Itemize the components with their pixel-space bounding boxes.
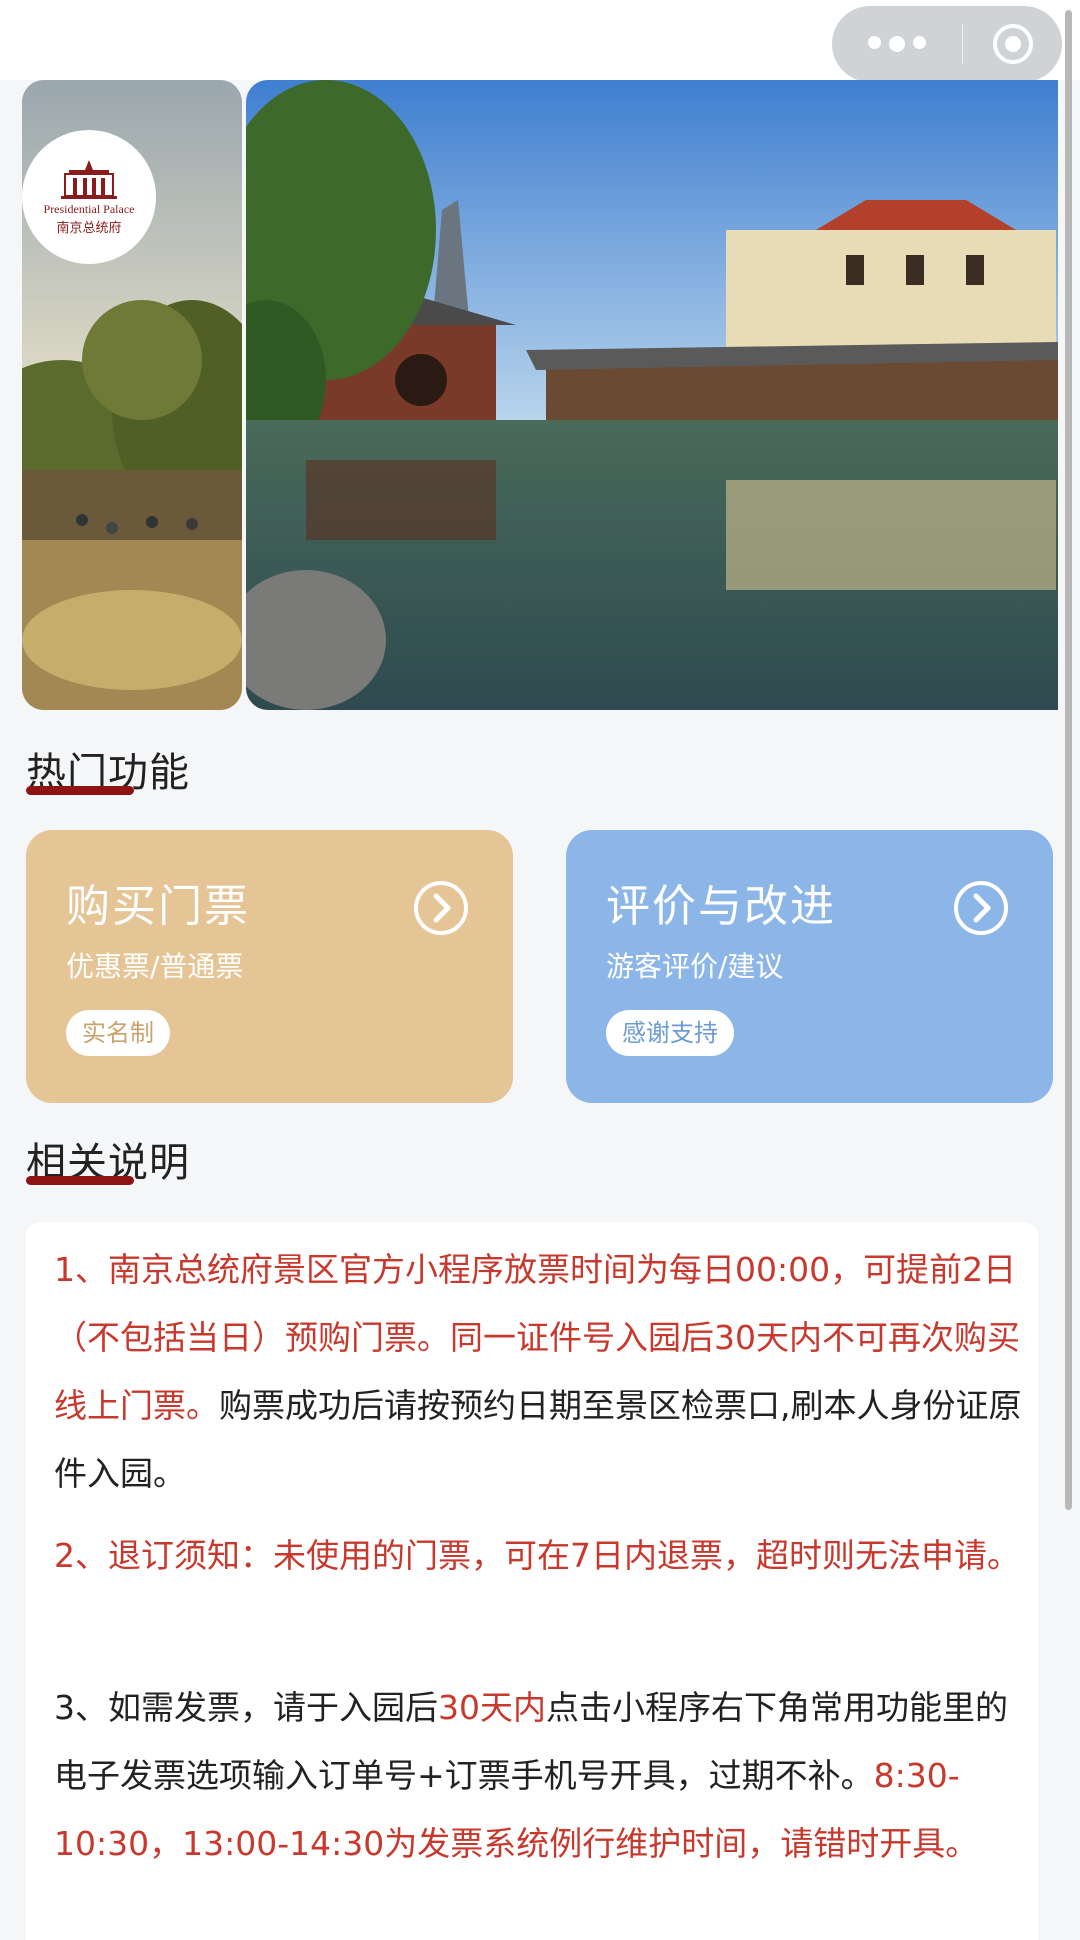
banner-photo-garden [246, 80, 1058, 710]
more-dots-icon[interactable] [832, 36, 962, 52]
presidential-palace-logo: Presidential Palace 南京总统府 [22, 130, 156, 264]
review-card[interactable]: 评价与改进 游客评价/建议 感谢支持 [566, 830, 1053, 1103]
banner-photo-gate: Presidential Palace 南京总统府 [22, 80, 242, 710]
note-paragraph-2: 2、退订须知：未使用的门票，可在7日内退票，超时则无法申请。 [54, 1522, 1024, 1590]
note-paragraph-3: 3、如需发票，请于入园后30天内点击小程序右下角常用功能里的电子发票选项输入订单… [54, 1674, 1024, 1878]
logo-english: Presidential Palace [43, 202, 135, 216]
thanks-badge: 感谢支持 [606, 1010, 734, 1056]
buy-ticket-title: 购买门票 [66, 881, 250, 932]
chevron-right-circle-icon[interactable] [953, 880, 1009, 936]
section-underline-hot [26, 786, 134, 795]
real-name-badge: 实名制 [66, 1010, 170, 1056]
buy-ticket-subtitle: 优惠票/普通票 [66, 950, 244, 983]
note-paragraph-1: 1、南京总统府景区官方小程序放票时间为每日00:00，可提前2日（不包括当日）预… [54, 1236, 1024, 1508]
target-circle-icon[interactable] [963, 21, 1062, 67]
review-title: 评价与改进 [606, 881, 836, 932]
top-bar [0, 0, 1080, 82]
mini-program-capsule [832, 6, 1062, 82]
notes-panel: 1、南京总统府景区官方小程序放票时间为每日00:00，可提前2日（不包括当日）预… [26, 1222, 1038, 1940]
review-subtitle: 游客评价/建议 [606, 950, 784, 983]
section-underline-notes [26, 1176, 134, 1185]
chevron-right-circle-icon[interactable] [413, 880, 469, 936]
logo-chinese: 南京总统府 [56, 221, 122, 236]
buy-ticket-card[interactable]: 购买门票 优惠票/普通票 实名制 [26, 830, 513, 1103]
note-3-text-a: 3、如需发票，请于入园后 [54, 1688, 438, 1727]
note-3-highlight: 30天内 [438, 1688, 546, 1727]
banner-carousel[interactable]: Presidential Palace 南京总统府 [22, 80, 1058, 710]
scrollbar[interactable] [1065, 10, 1072, 1510]
note-2-text: 2、退订须知：未使用的门票，可在7日内退票，超时则无法申请。 [54, 1536, 1020, 1575]
